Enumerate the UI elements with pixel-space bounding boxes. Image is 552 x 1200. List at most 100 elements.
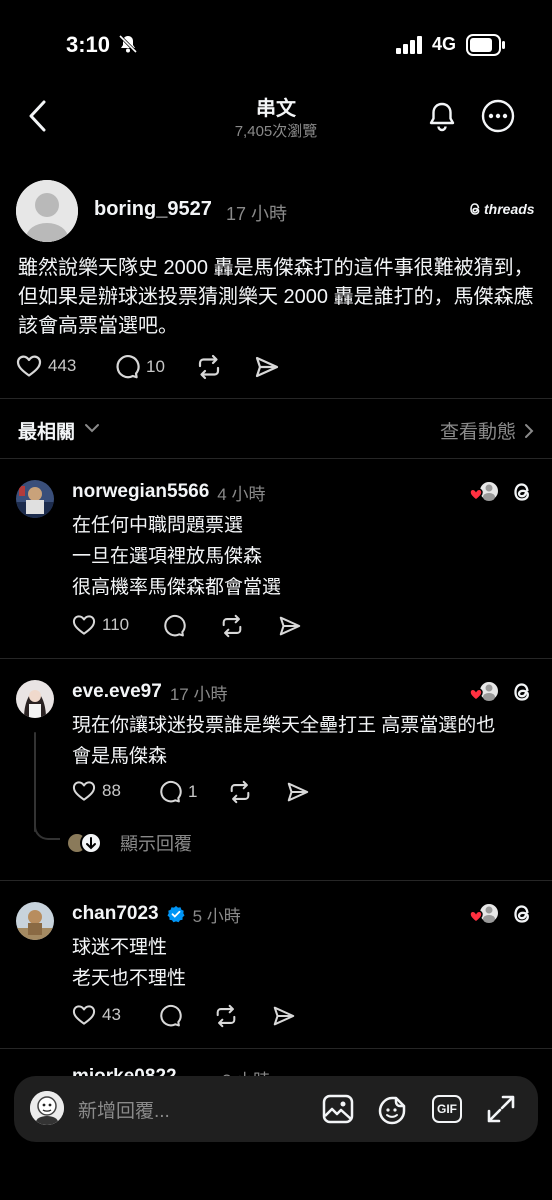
repost-icon: [222, 614, 242, 638]
reply-line: 現在你讓球迷投票誰是樂天全壘打王 高票當選的也: [72, 715, 496, 736]
sticker-icon: [378, 1096, 406, 1125]
divider: [0, 658, 552, 659]
comment-count: 1: [188, 782, 198, 801]
avatar[interactable]: [16, 180, 78, 242]
share-button[interactable]: [272, 1004, 296, 1028]
reply-item: eve.eve97 17 小時 現在你讓球迷投票誰是樂天全壘打王 高票當選的也 …: [0, 680, 552, 860]
reply-line: 在任何中職問題票選: [72, 515, 244, 536]
reply-username[interactable]: norwegian5566: [72, 481, 209, 503]
silent-mode-icon: [118, 34, 138, 54]
sticker-button[interactable]: [376, 1094, 408, 1126]
comment-icon: [160, 1004, 182, 1027]
threads-icon[interactable]: [510, 902, 534, 926]
threads-icon[interactable]: [510, 480, 534, 504]
repost-button[interactable]: [228, 780, 252, 804]
divider: [0, 1048, 552, 1049]
send-icon: [273, 1006, 295, 1026]
threads-logo-icon: [470, 203, 480, 215]
chevron-down-icon[interactable]: [84, 422, 100, 434]
battery-icon: [466, 34, 506, 56]
comment-button[interactable]: [158, 1004, 182, 1028]
post-time: 17 小時: [226, 204, 288, 224]
reply-composer: 新增回覆... GIF: [14, 1076, 538, 1142]
status-bar: 3:10 4G: [0, 0, 552, 90]
comment-count: 10: [146, 357, 165, 376]
heart-icon: [16, 355, 42, 377]
view-activity-link[interactable]: 查看動態: [440, 417, 534, 444]
like-button[interactable]: 110: [72, 614, 129, 636]
divider: [0, 880, 552, 881]
reply-username[interactable]: eve.eve97: [72, 681, 162, 703]
verified-badge-icon: [167, 905, 185, 923]
reply-line: 老天也不理性: [72, 968, 187, 989]
send-icon: [279, 616, 301, 636]
reply-avatars-icon: [68, 832, 102, 854]
reply-text: 球迷不理性 老天也不理性: [72, 932, 542, 994]
more-icon: [481, 99, 515, 133]
repost-button[interactable]: [196, 354, 222, 380]
like-count: 43: [102, 1005, 121, 1024]
like-count: 88: [102, 781, 121, 800]
show-replies-label: 顯示回覆: [120, 834, 192, 854]
liked-by-author-icon: [468, 680, 502, 704]
bell-icon: [429, 102, 455, 132]
post-username[interactable]: boring_9527: [94, 198, 212, 221]
send-icon: [287, 782, 309, 802]
divider: [0, 398, 552, 399]
reply-time: 17 小時: [169, 684, 228, 704]
image-icon: [322, 1094, 354, 1124]
expand-icon: [487, 1095, 515, 1123]
page-title: 串文: [256, 98, 296, 120]
like-button[interactable]: 88: [72, 780, 121, 802]
notification-bell-button[interactable]: [426, 100, 458, 132]
avatar[interactable]: [16, 480, 54, 518]
sort-dropdown[interactable]: 最相關: [18, 417, 75, 444]
reply-input[interactable]: 新增回覆...: [78, 1096, 170, 1123]
view-count: 7,405次瀏覽: [234, 123, 318, 140]
reply-line: 會是馬傑森: [72, 746, 168, 767]
like-count: 110: [102, 615, 130, 634]
reply-time: 4 小時: [217, 484, 266, 504]
thread-header: 串文 7,405次瀏覽: [0, 90, 552, 150]
liked-by-author-icon: [468, 902, 502, 926]
expand-button[interactable]: [486, 1094, 516, 1124]
post-text: 雖然說樂天隊史 2000 轟是馬傑森打的這件事很難被猜到，但如果是辦球迷投票猜測…: [18, 257, 534, 337]
repost-button[interactable]: [220, 614, 244, 638]
threads-badge-label: threads: [484, 201, 535, 217]
cellular-signal-icon: [396, 36, 424, 54]
comment-icon: [160, 780, 182, 803]
like-button[interactable]: 43: [72, 1004, 121, 1026]
threads-icon[interactable]: [510, 680, 534, 704]
comment-button[interactable]: 1: [158, 780, 197, 804]
comment-button[interactable]: [162, 614, 186, 638]
avatar: [30, 1091, 64, 1125]
reply-line: 球迷不理性: [72, 937, 168, 958]
status-time: 3:10: [66, 32, 111, 57]
show-replies-button[interactable]: 顯示回覆: [66, 830, 192, 856]
like-count: 443: [48, 356, 77, 375]
repost-button[interactable]: [214, 1004, 238, 1028]
network-type: 4G: [432, 34, 457, 54]
heart-icon: [72, 615, 96, 635]
sort-row: 最相關 查看動態: [0, 400, 552, 458]
send-icon: [255, 356, 279, 378]
reply-item: chan7023 5 小時 球迷不理性 老天也不理性 43: [0, 902, 552, 1042]
more-options-button[interactable]: [480, 98, 516, 134]
avatar[interactable]: [16, 680, 54, 718]
comment-icon: [164, 614, 186, 637]
share-button[interactable]: [278, 614, 302, 638]
image-button[interactable]: [322, 1094, 354, 1124]
liked-by-author-icon: [468, 480, 502, 504]
gif-button[interactable]: GIF: [432, 1095, 462, 1123]
reply-item: norwegian5566 4 小時 在任何中職問題票選 一旦在選項裡放馬傑森 …: [0, 480, 552, 656]
avatar[interactable]: [16, 902, 54, 940]
like-button[interactable]: 443: [16, 354, 76, 378]
share-button[interactable]: [286, 780, 310, 804]
reply-header: norwegian5566 4 小時: [72, 480, 265, 504]
divider: [0, 458, 552, 459]
comment-button[interactable]: 10: [114, 354, 165, 380]
heart-icon: [72, 1005, 96, 1025]
reply-username[interactable]: chan7023: [72, 903, 159, 925]
reply-header: eve.eve97 17 小時: [72, 680, 227, 704]
share-button[interactable]: [254, 354, 280, 380]
